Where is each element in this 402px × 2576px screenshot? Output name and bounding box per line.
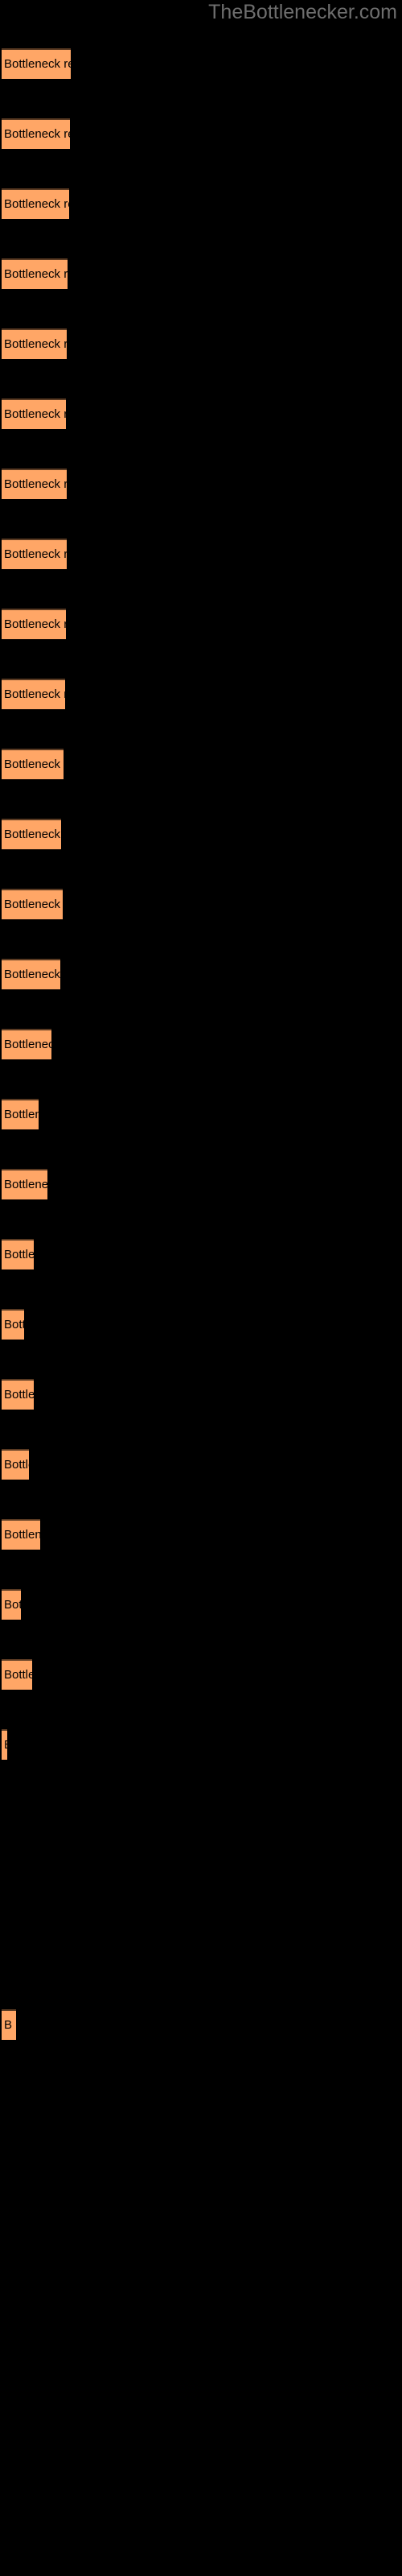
bar-bottleneck-result[interactable]: Bottleneck result [2,749,64,779]
bar-bottleneck-result[interactable]: Bottlenec [2,1239,34,1269]
bar-label: Bottleneck resu [4,1038,51,1051]
bar-bottleneck-result[interactable]: Bottlene [2,1449,29,1480]
bar-row: Bottleneck [0,1099,402,1129]
bar-label: Bottleneck result [4,337,67,351]
bar-bottleneck-result[interactable]: Bottleneck result [2,539,67,569]
bar-row: Bottleneck [0,1519,402,1550]
bar-label: Bottleneck result [4,57,71,71]
bar-label: Bottleneck result [4,968,60,981]
bottleneck-bar-chart: Bottleneck result Bottleneck result Bottle… [0,0,402,2576]
bar-row: Bottleneck res [0,1169,402,1199]
bar-bottleneck-result[interactable]: Bottleneck result [2,679,65,709]
bar-label: Bottleneck [4,1528,40,1542]
bar-row: B [0,1729,402,1760]
bar-label: Bottlene [4,1458,29,1472]
bar-label: Bottleneck result [4,267,68,281]
bar-bottleneck-result[interactable]: Bottleneck result [2,609,66,639]
bar-bottleneck-result[interactable]: B [2,1729,7,1760]
bar-label: Bottl [4,1598,21,1612]
bar-row: Bottleneck result [0,749,402,779]
bar-row: Bottleneck result [0,188,402,219]
bar-label: Bottleneck result [4,547,67,561]
bar-bottleneck-result[interactable]: Bottle [2,1309,24,1340]
bar-label: Bottleneck [4,1108,39,1121]
bar-label: Bottlenec [4,1248,34,1261]
bar-row: Bottl [0,1589,402,1620]
bar-bottleneck-result[interactable]: Bottleneck result [2,188,69,219]
bar-label: Bottlene [4,1668,32,1682]
bar-row: Bottleneck result [0,959,402,989]
bar-bottleneck-result[interactable]: Bottleneck [2,1519,40,1550]
bar-bottleneck-result[interactable]: Bottleneck result [2,889,63,919]
bar-label: Bottleneck result [4,828,61,841]
bar-label: Bottle [4,1318,24,1331]
bar-row: Bottlenec [0,1239,402,1269]
bar-label: Bottleneck result [4,758,64,771]
bar-bottleneck-result[interactable]: B [2,2009,16,2040]
bar-row [0,1869,402,1900]
bar-row: Bottleneck result [0,819,402,849]
bar-bottleneck-result[interactable]: Bottleneck result [2,118,70,149]
bar-row: Bottle [0,1309,402,1340]
bar-label: Bottlenec [4,1388,34,1402]
bar-row: Bottleneck result [0,679,402,709]
bar-label: Bottleneck result [4,477,67,491]
bar-bottleneck-result[interactable]: Bottl [2,1589,21,1620]
bar-row: Bottleneck result [0,118,402,149]
bar-row: Bottleneck result [0,48,402,79]
bar-row: Bottleneck result [0,889,402,919]
bar-label: B [4,2018,13,2032]
bar-row: Bottleneck result [0,398,402,429]
bar-row: B [0,2009,402,2040]
bar-row: Bottlene [0,1449,402,1480]
bar-bottleneck-result[interactable]: Bottleneck result [2,959,60,989]
bar-bottleneck-result[interactable]: Bottleneck result [2,48,71,79]
bar-bottleneck-result[interactable]: Bottleneck result [2,258,68,289]
bar-row: Bottleneck result [0,258,402,289]
bar-bottleneck-result[interactable]: Bottleneck [2,1099,39,1129]
bar-label: Bottleneck result [4,197,69,211]
bar-label: B [4,1737,7,1752]
bar-row: Bottlene [0,1659,402,1690]
bar-label: Bottleneck result [4,898,63,911]
bar-bottleneck-result[interactable]: Bottleneck result [2,819,61,849]
bar-bottleneck-result[interactable]: Bottleneck result [2,469,67,499]
bar-bottleneck-result[interactable]: Bottleneck result [2,398,66,429]
bar-label: Bottleneck result [4,617,66,631]
bar-label: Bottleneck result [4,687,65,701]
bar-label: Bottleneck result [4,127,70,141]
bar-row: Bottleneck result [0,539,402,569]
bar-row [0,1939,402,1970]
bar-bottleneck-result[interactable]: Bottleneck res [2,1169,47,1199]
bar-bottleneck-result[interactable]: Bottlene [2,1659,32,1690]
bar-bottleneck-result[interactable]: Bottlenec [2,1379,34,1410]
bar-row: Bottleneck result [0,609,402,639]
bar-row: Bottleneck result [0,469,402,499]
bar-label: Bottleneck res [4,1178,47,1191]
bar-bottleneck-result[interactable]: Bottleneck result [2,328,67,359]
bar-bottleneck-result[interactable]: Bottleneck resu [2,1029,51,1059]
bar-row: Bottlenec [0,1379,402,1410]
bar-label: Bottleneck result [4,407,66,421]
bar-row: Bottleneck result [0,328,402,359]
bar-row: Bottleneck resu [0,1029,402,1059]
bar-row [0,1799,402,1830]
